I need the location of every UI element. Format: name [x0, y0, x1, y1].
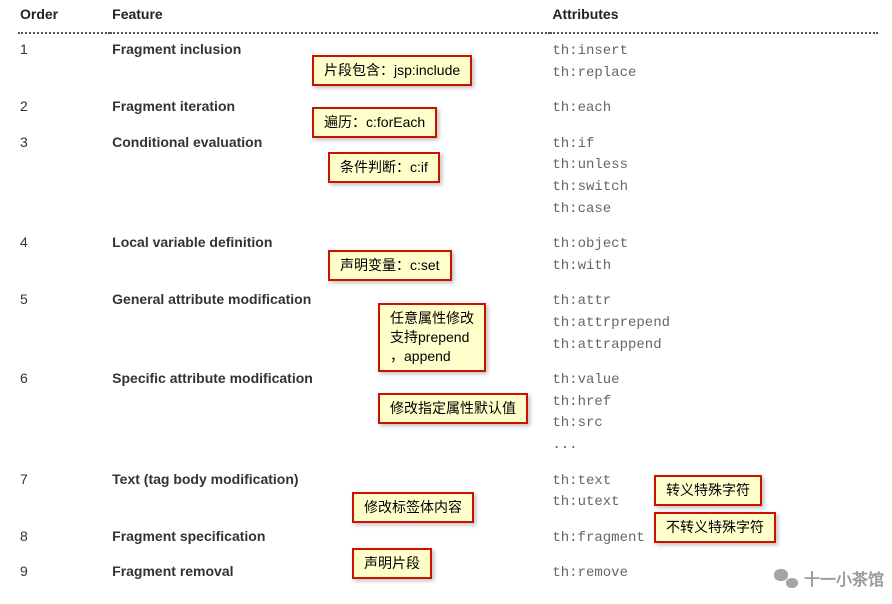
annotation-label: 遍历：c:forEach	[312, 107, 437, 138]
attribute-item: th:replace	[552, 63, 876, 85]
attribute-item: th:case	[552, 199, 876, 221]
order-cell: 4	[18, 227, 110, 284]
order-cell: 5	[18, 284, 110, 363]
attribute-item: th:object	[552, 234, 876, 256]
annotation-label: 修改指定属性默认值	[378, 393, 528, 424]
attribute-item: th:src	[552, 413, 876, 435]
order-cell: 1	[18, 33, 110, 91]
attribute-item: th:if	[552, 134, 876, 156]
header-attributes: Attributes	[550, 0, 878, 33]
annotation-label: 声明变量：c:set	[328, 250, 452, 281]
attribute-item: th:attr	[552, 291, 876, 313]
watermark: 十一小茶馆	[774, 566, 884, 590]
attribute-item: th:insert	[552, 41, 876, 63]
attribute-item: th:with	[552, 256, 876, 278]
annotation-label: 任意属性修改 支持prepend ，append	[378, 303, 486, 372]
attribute-item: th:href	[552, 392, 876, 414]
feature-cell: Fragment specification	[110, 521, 550, 557]
annotation-label: 片段包含：jsp:include	[312, 55, 472, 86]
annotation-label: 不转义特殊字符	[654, 512, 776, 543]
attribute-item: th:value	[552, 370, 876, 392]
attribute-item: th:attrappend	[552, 335, 876, 357]
annotation-label: 转义特殊字符	[654, 475, 762, 506]
order-cell: 8	[18, 521, 110, 557]
attribute-item: th:each	[552, 98, 876, 120]
attributes-cell: th:attrth:attrprependth:attrappend	[550, 284, 878, 363]
attribute-item: ...	[552, 435, 876, 457]
table-row: 3Conditional evaluationth:ifth:unlessth:…	[18, 127, 878, 227]
header-order: Order	[18, 0, 110, 33]
attribute-item: th:attrprepend	[552, 313, 876, 335]
annotation-label: 条件判断：c:if	[328, 152, 440, 183]
attributes-cell: th:each	[550, 91, 878, 127]
table-row: 2Fragment iterationth:each	[18, 91, 878, 127]
feature-cell: Text (tag body modification)	[110, 464, 550, 521]
attribute-item: th:unless	[552, 155, 876, 177]
order-cell: 7	[18, 464, 110, 521]
wechat-icon	[774, 568, 798, 588]
attributes-cell: th:objectth:with	[550, 227, 878, 284]
attributes-cell: th:insertth:replace	[550, 33, 878, 91]
annotation-label: 修改标签体内容	[352, 492, 474, 523]
order-cell: 3	[18, 127, 110, 227]
order-cell: 2	[18, 91, 110, 127]
order-cell: 9	[18, 556, 110, 592]
attributes-cell: th:valueth:hrefth:src...	[550, 363, 878, 463]
attribute-item: th:switch	[552, 177, 876, 199]
header-feature: Feature	[110, 0, 550, 33]
order-cell: 6	[18, 363, 110, 463]
watermark-text: 十一小茶馆	[804, 566, 884, 590]
attributes-cell: th:ifth:unlessth:switchth:case	[550, 127, 878, 227]
annotation-label: 声明片段	[352, 548, 432, 579]
table-row: 9Fragment removalth:remove	[18, 556, 878, 592]
feature-cell: Fragment removal	[110, 556, 550, 592]
